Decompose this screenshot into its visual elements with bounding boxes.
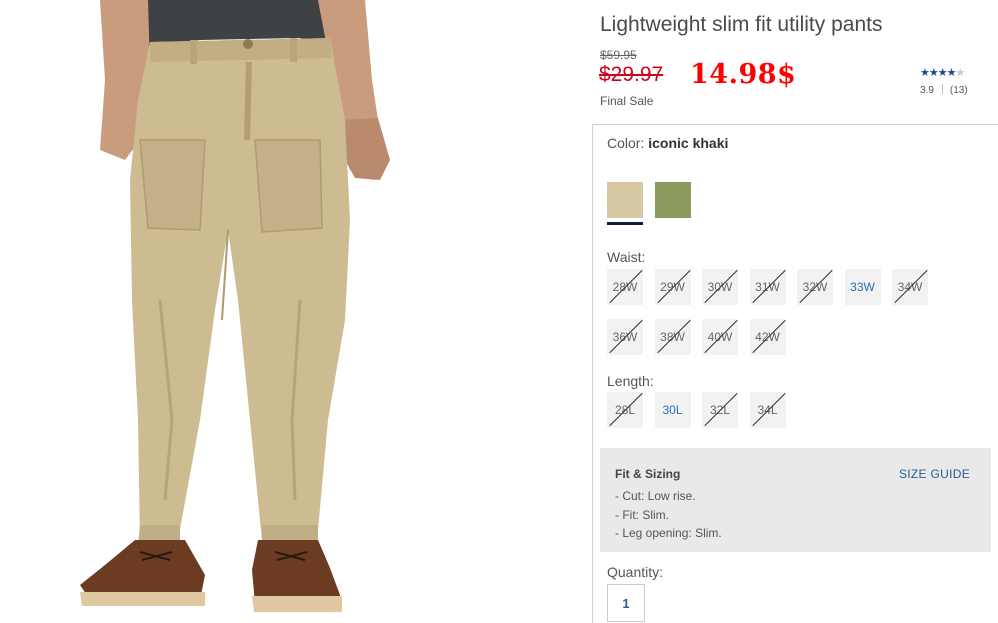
review-count[interactable]: (13) [950,85,968,96]
waist-size-34w[interactable]: 34W [892,269,928,305]
quantity-input[interactable]: 1 [607,584,645,622]
fit-details-list: - Cut: Low rise. - Fit: Slim. - Leg open… [615,487,722,543]
waist-size-36w[interactable]: 36W [607,319,643,355]
selected-swatch-indicator [607,222,643,225]
color-label-text: Color: [607,135,645,151]
divider [941,84,943,94]
fit-sizing-panel: Fit & Sizing SIZE GUIDE - Cut: Low rise.… [600,448,991,552]
fit-detail-item: - Fit: Slim. [615,507,669,522]
star-icon: ★ [946,67,957,79]
star-icon: ★ [920,67,930,79]
rating-summary[interactable]: ★★★★★ 3.9 (13) [920,66,990,96]
color-label: Color: iconic khaki [607,135,728,151]
product-image [0,0,590,623]
waist-size-30w[interactable]: 30W [702,269,738,305]
waist-size-38w[interactable]: 38W [654,319,691,355]
length-size-34l[interactable]: 34L [749,392,786,428]
swatch-olive[interactable] [655,182,691,218]
pants-model-illustration [80,0,390,612]
waist-size-40w[interactable]: 40W [702,319,738,355]
star-rating-icon: ★★★★★ [920,66,990,79]
product-title: Lightweight slim fit utility pants [600,13,883,36]
waist-size-32w[interactable]: 32W [797,269,833,305]
size-guide-link[interactable]: SIZE GUIDE [899,467,970,481]
fit-detail-item: - Leg opening: Slim. [615,526,722,540]
star-icon: ★ [928,67,939,79]
length-label: Length: [607,373,654,389]
waist-label: Waist: [607,249,646,265]
waist-size-33w[interactable]: 33W [844,269,881,305]
waist-size-31w[interactable]: 31W [749,269,786,305]
fit-sizing-title: Fit & Sizing [615,467,681,481]
selected-color-name: iconic khaki [648,135,729,151]
handwritten-new-price: 14.98$ [690,59,797,90]
fit-detail-item: - Cut: Low rise. [615,489,696,503]
length-size-30l[interactable]: 30L [654,392,691,428]
waist-size-42w[interactable]: 42W [749,319,786,355]
star-icon: ★ [937,67,948,79]
final-sale-label: Final Sale [600,94,654,108]
length-size-28l[interactable]: 28L [607,392,643,428]
quantity-label: Quantity: [607,564,664,580]
swatch-iconic-khaki[interactable] [607,182,643,218]
length-size-32l[interactable]: 32L [702,392,738,428]
waist-size-29w[interactable]: 29W [654,269,691,305]
original-price: $59.95 [600,48,637,62]
star-icon: ★ [955,67,966,79]
sale-price: $29.97 [599,63,664,86]
waist-size-28w[interactable]: 28W [607,269,643,305]
rating-value: 3.9 [920,85,934,96]
